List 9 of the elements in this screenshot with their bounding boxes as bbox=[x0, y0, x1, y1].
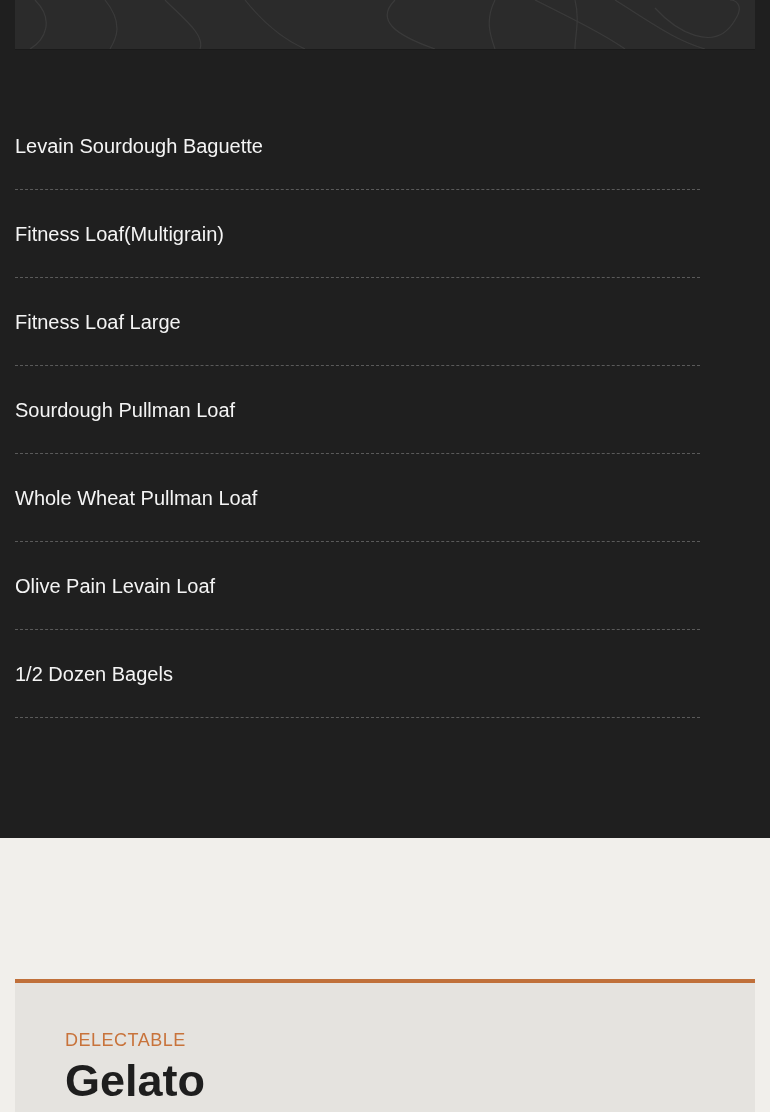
card-title: Gelato bbox=[65, 1055, 206, 1107]
product-name: Fitness Loaf Large bbox=[15, 309, 181, 335]
product-name: Sourdough Pullman Loaf bbox=[15, 397, 236, 423]
product-name: 1/2 Dozen Bagels bbox=[15, 661, 173, 687]
product-name: Whole Wheat Pullman Loaf bbox=[15, 485, 258, 511]
product-name: Levain Sourdough Baguette bbox=[15, 133, 263, 159]
product-name: Olive Pain Levain Loaf bbox=[15, 573, 216, 599]
card-eyebrow: DELECTABLE bbox=[65, 1029, 186, 1051]
product-name: Fitness Loaf(Multigrain) bbox=[15, 221, 224, 247]
